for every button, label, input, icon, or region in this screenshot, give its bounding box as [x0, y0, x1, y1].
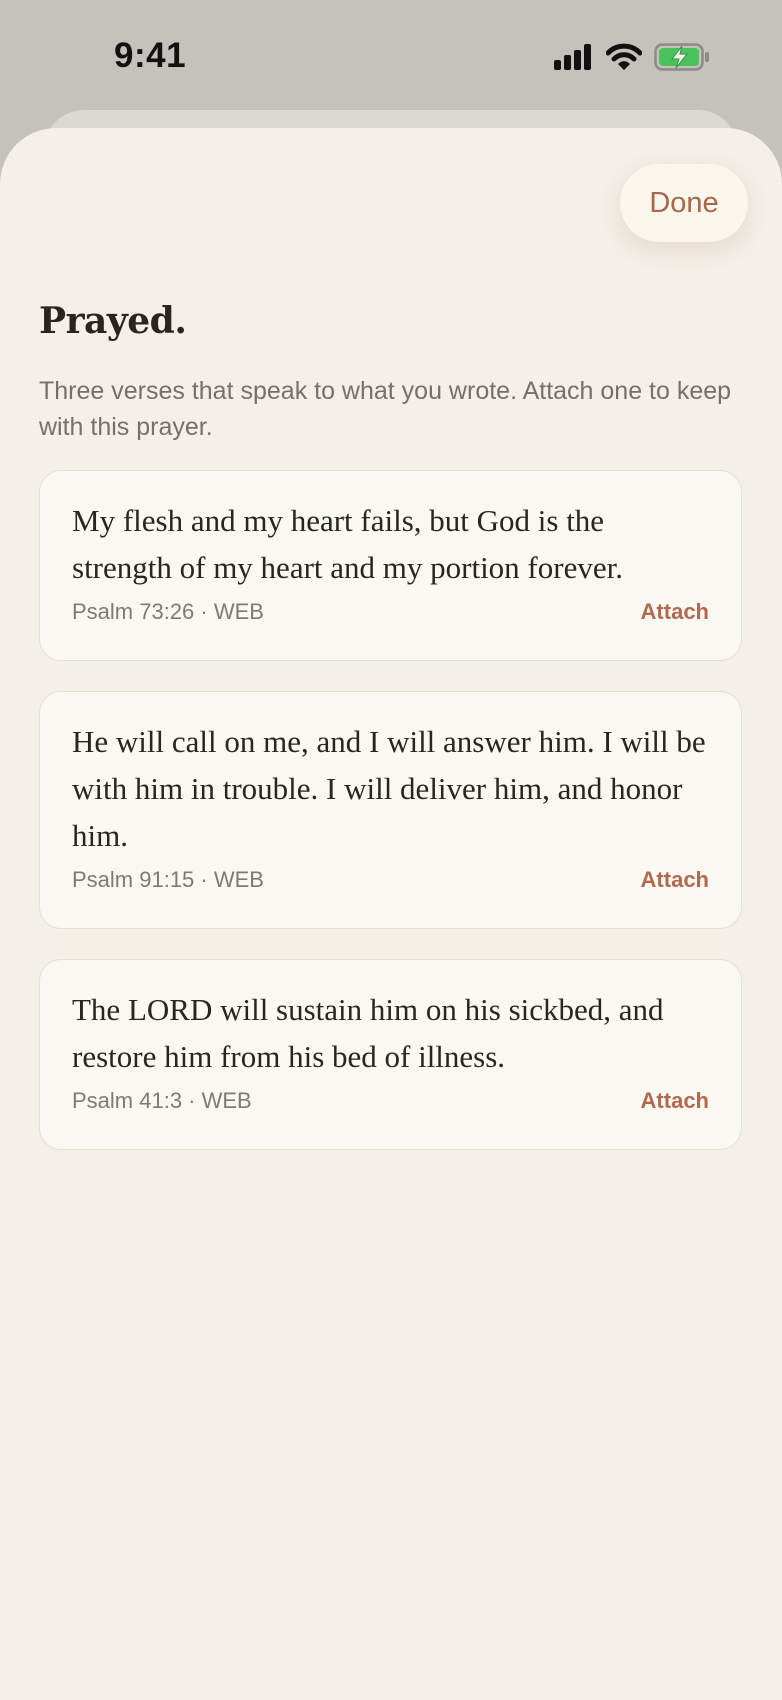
done-button[interactable]: Done	[620, 164, 748, 242]
wifi-icon	[606, 43, 642, 70]
verse-text: My flesh and my heart fails, but God is …	[72, 503, 623, 585]
attach-button[interactable]: Attach	[641, 867, 709, 893]
page-subtitle: Three verses that speak to what you wrot…	[39, 377, 732, 441]
verse-card: He will call on me, and I will answer hi…	[39, 691, 742, 929]
attach-button[interactable]: Attach	[641, 599, 709, 625]
verse-card: My flesh and my heart fails, but God is …	[39, 470, 742, 661]
battery-charging-icon	[654, 43, 709, 71]
verse-reference: Psalm 73:26 · WEB	[72, 599, 264, 624]
verse-text: The LORD will sustain him on his sickbed…	[72, 992, 664, 1074]
verse-reference: Psalm 91:15 · WEB	[72, 867, 264, 892]
verse-footer: Psalm 41:3 · WEB Attach	[72, 1088, 709, 1114]
status-time: 9:41	[114, 36, 187, 75]
verse-text: He will call on me, and I will answer hi…	[72, 724, 706, 853]
page-title: Prayed.	[39, 300, 187, 342]
cellular-signal-icon	[554, 44, 591, 70]
verse-footer: Psalm 91:15 · WEB Attach	[72, 867, 709, 893]
attach-button[interactable]: Attach	[641, 1088, 709, 1114]
status-icons	[554, 42, 710, 72]
verse-reference: Psalm 41:3 · WEB	[72, 1088, 252, 1113]
verse-footer: Psalm 73:26 · WEB Attach	[72, 599, 709, 625]
status-bar: 9:41	[0, 0, 782, 110]
modal-sheet: Done Prayed. Three verses that speak to …	[0, 128, 782, 1700]
verse-card: The LORD will sustain him on his sickbed…	[39, 959, 742, 1150]
